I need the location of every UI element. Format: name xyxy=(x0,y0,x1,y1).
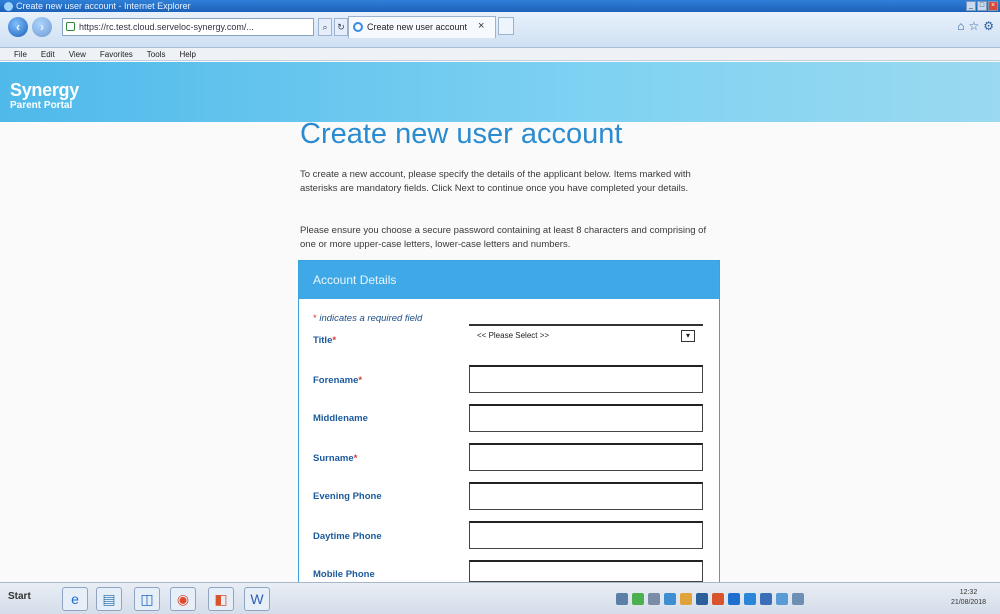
surname-field[interactable] xyxy=(469,443,703,471)
search-icon[interactable]: ⌕ xyxy=(318,18,332,36)
portal-banner: Synergy Parent Portal xyxy=(0,62,1000,122)
close-window-button[interactable]: × xyxy=(988,1,998,11)
forename-label-text: Forename xyxy=(313,375,359,386)
clock-date: 21/08/2018 xyxy=(950,599,986,606)
menu-file[interactable]: File xyxy=(14,48,27,60)
printer-icon[interactable]: ▤ xyxy=(96,587,122,611)
office-icon[interactable]: ◧ xyxy=(208,587,234,611)
chrome-icon[interactable]: ◉ xyxy=(170,587,196,611)
browser-toolbar-icons: ⌂ ☆ ⚙ xyxy=(957,19,994,33)
internet-explorer-icon[interactable]: e xyxy=(62,587,88,611)
tray-vpn-icon[interactable] xyxy=(696,593,708,605)
clock-time: 12:32 xyxy=(959,589,978,596)
tray-volume-icon[interactable] xyxy=(792,593,804,605)
daytime-phone-label-text: Daytime Phone xyxy=(313,531,382,542)
logo-title[interactable]: Synergy xyxy=(10,80,79,101)
required-marker: * xyxy=(313,313,317,324)
page-title: Create new user account xyxy=(300,118,623,150)
middlename-field[interactable] xyxy=(469,404,703,432)
word-icon[interactable]: W xyxy=(244,587,270,611)
tray-display-icon[interactable] xyxy=(776,593,788,605)
favorites-star-icon[interactable]: ☆ xyxy=(968,19,979,33)
new-tab-button[interactable] xyxy=(498,17,514,35)
settings-gear-icon[interactable]: ⚙ xyxy=(983,19,994,33)
required-note: * indicates a required field xyxy=(313,313,422,324)
panel-header: Account Details xyxy=(299,261,719,299)
window-controls: _ □ × xyxy=(966,1,998,11)
back-button[interactable]: ‹ xyxy=(8,17,28,37)
url-field[interactable]: https://rc.test.cloud.serveloc-synergy.c… xyxy=(62,18,314,36)
window-title: Create new user account - Internet Explo… xyxy=(16,1,191,11)
evening-phone-label-text: Evening Phone xyxy=(313,491,382,502)
logo-subtitle: Parent Portal xyxy=(10,100,73,111)
title-label: Title* xyxy=(313,335,336,346)
tray-network-icon[interactable] xyxy=(632,593,644,605)
tray-sync-icon[interactable] xyxy=(664,593,676,605)
tray-app-icon[interactable] xyxy=(616,593,628,605)
daytime-phone-label: Daytime Phone xyxy=(313,531,382,542)
browser-tab[interactable]: Create new user account xyxy=(348,16,496,38)
menu-view[interactable]: View xyxy=(69,48,86,60)
mobile-phone-label: Mobile Phone xyxy=(313,569,375,580)
title-label-text: Title xyxy=(313,335,333,346)
middlename-label: Middlename xyxy=(313,413,368,424)
address-bar-area: ‹ › https://rc.test.cloud.serveloc-syner… xyxy=(0,12,1000,48)
evening-phone-field[interactable] xyxy=(469,482,703,510)
password-note: Please ensure you choose a secure passwo… xyxy=(300,225,707,250)
tray-bluetooth-icon[interactable] xyxy=(728,593,740,605)
ie-icon xyxy=(4,2,13,11)
page-loading-icon xyxy=(353,22,363,32)
menu-bar: File Edit View Favorites Tools Help xyxy=(0,48,1000,61)
lock-icon xyxy=(66,22,75,31)
forename-label: Forename* xyxy=(313,375,362,386)
menu-help[interactable]: Help xyxy=(179,48,195,60)
url-text: https://rc.test.cloud.serveloc-synergy.c… xyxy=(79,22,254,32)
refresh-icon[interactable]: ↻ xyxy=(334,18,348,36)
outlook-icon[interactable]: ◫ xyxy=(134,587,160,611)
tray-security-icon[interactable] xyxy=(648,593,660,605)
surname-label: Surname* xyxy=(313,453,357,464)
chevron-down-icon[interactable]: ▾ xyxy=(681,330,695,342)
maximize-button[interactable]: □ xyxy=(977,1,987,11)
required-note-text: indicates a required field xyxy=(319,313,423,324)
windows-taskbar: Start e ▤ ◫ ◉ ◧ W 12:32 21/08/2018 xyxy=(0,582,1000,614)
middlename-label-text: Middlename xyxy=(313,413,368,424)
title-select-value: << Please Select >> xyxy=(477,331,550,340)
menu-edit[interactable]: Edit xyxy=(41,48,55,60)
mobile-phone-label-text: Mobile Phone xyxy=(313,569,375,580)
mobile-phone-field[interactable] xyxy=(469,560,703,582)
system-tray xyxy=(616,589,956,609)
forward-button[interactable]: › xyxy=(32,17,52,37)
account-details-panel: Account Details * indicates a required f… xyxy=(298,260,720,590)
daytime-phone-field[interactable] xyxy=(469,521,703,549)
system-clock[interactable]: 12:32 21/08/2018 xyxy=(951,588,986,608)
evening-phone-label: Evening Phone xyxy=(313,491,382,502)
start-button[interactable]: Start xyxy=(8,591,31,602)
menu-tools[interactable]: Tools xyxy=(147,48,166,60)
forename-required-marker: * xyxy=(358,375,363,386)
tray-skype-icon[interactable] xyxy=(760,593,772,605)
intro-text: To create a new account, please specify … xyxy=(300,169,691,194)
tab-close-icon[interactable]: × xyxy=(478,20,484,32)
forename-field[interactable] xyxy=(469,365,703,393)
tab-label: Create new user account xyxy=(367,22,468,32)
title-required-marker: * xyxy=(332,335,337,346)
menu-favorites[interactable]: Favorites xyxy=(100,48,133,60)
title-select[interactable]: << Please Select >> ▾ xyxy=(469,324,703,350)
tray-update-icon[interactable] xyxy=(680,593,692,605)
surname-required-marker: * xyxy=(353,453,358,464)
url-tools: ⌕ ↻ xyxy=(318,18,348,36)
tray-cloud-icon[interactable] xyxy=(744,593,756,605)
minimize-button[interactable]: _ xyxy=(966,1,976,11)
home-icon[interactable]: ⌂ xyxy=(957,19,964,33)
window-title-bar: Create new user account - Internet Explo… xyxy=(0,0,1000,12)
tray-office-icon[interactable] xyxy=(712,593,724,605)
surname-label-text: Surname xyxy=(313,453,354,464)
